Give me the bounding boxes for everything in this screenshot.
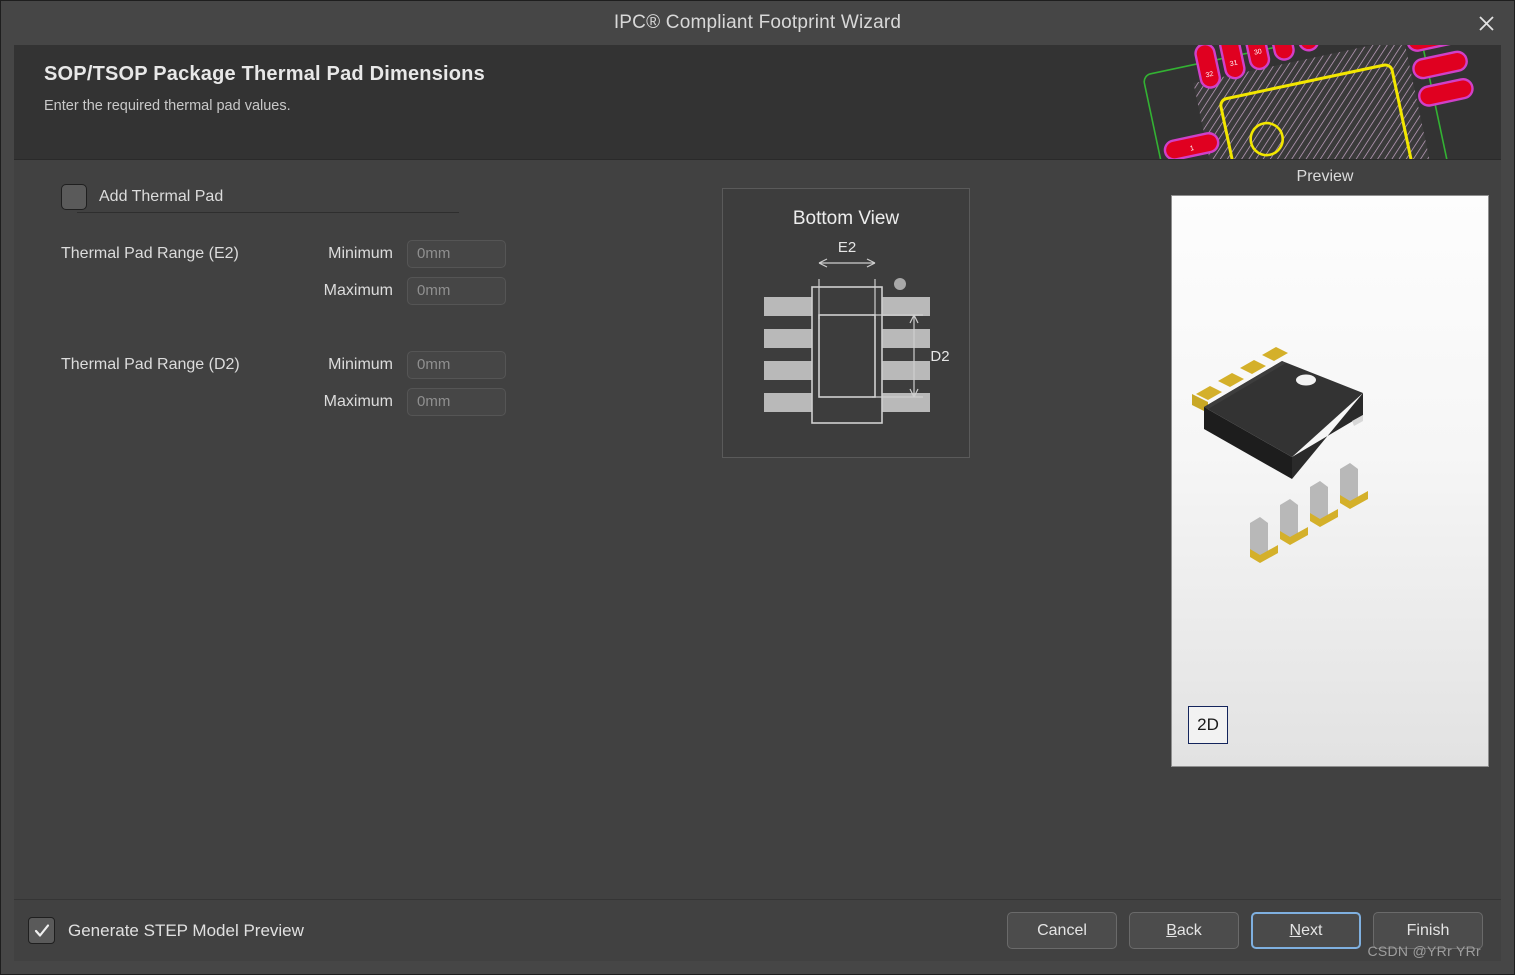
e2-maximum-input[interactable]: 0mm <box>407 276 506 305</box>
maximum-label-e2: Maximum <box>323 281 393 299</box>
pcb-footprint-artwork: 32 31 30 29 28 27 26 25 1 <box>1131 45 1501 159</box>
range-row-d2-max: Maximum 0mm <box>61 383 681 420</box>
page-title: SOP/TSOP Package Thermal Pad Dimensions <box>44 63 485 85</box>
header-banner: SOP/TSOP Package Thermal Pad Dimensions … <box>14 45 1501 160</box>
window-title: IPC® Compliant Footprint Wizard <box>613 12 902 33</box>
wizard-window: IPC® Compliant Footprint Wizard SOP/TSOP… <box>0 0 1515 975</box>
range-label-e2: Thermal Pad Range (E2) <box>61 244 239 262</box>
close-icon[interactable] <box>1458 1 1514 45</box>
diagram-title: Bottom View <box>793 208 900 229</box>
add-thermal-pad-row: Add Thermal Pad <box>61 182 681 213</box>
range-group-d2: Thermal Pad Range (D2) Minimum 0mm Maxim… <box>61 346 681 420</box>
d2-dimension-label: D2 <box>930 348 949 365</box>
next-button[interactable]: Next <box>1251 912 1361 949</box>
back-button[interactable]: Back <box>1129 912 1239 949</box>
bottom-view-diagram: Bottom View E2 D2 <box>722 188 970 458</box>
generate-step-row: Generate STEP Model Preview <box>28 917 304 944</box>
d2-minimum-input[interactable]: 0mm <box>407 350 506 379</box>
generate-step-label: Generate STEP Model Preview <box>68 920 304 940</box>
preview-label: Preview <box>1296 168 1354 185</box>
cancel-button[interactable]: Cancel <box>1007 912 1117 949</box>
maximum-label-d2: Maximum <box>323 392 393 410</box>
thermal-pad-form: Add Thermal Pad Thermal Pad Range (E2) M… <box>61 182 681 420</box>
page-subtitle: Enter the required thermal pad values. <box>44 98 291 114</box>
pin1-dot <box>894 278 906 290</box>
preview-panel: Preview 2D <box>1159 160 1491 767</box>
main-content: Add Thermal Pad Thermal Pad Range (E2) M… <box>14 160 1501 899</box>
preview-viewport[interactable]: 2D <box>1171 195 1489 767</box>
add-thermal-pad-checkbox[interactable] <box>61 184 87 210</box>
titlebar: IPC® Compliant Footprint Wizard <box>1 1 1514 45</box>
range-row-d2-min: Thermal Pad Range (D2) Minimum 0mm <box>61 346 681 383</box>
range-row-e2-min: Thermal Pad Range (E2) Minimum 0mm <box>61 235 681 272</box>
footer-buttons: Cancel Back Next Finish <box>1007 912 1483 949</box>
footer-bar: Generate STEP Model Preview Cancel Back … <box>14 899 1501 961</box>
e2-minimum-input[interactable]: 0mm <box>407 239 506 268</box>
range-row-e2-max: Maximum 0mm <box>61 272 681 309</box>
minimum-label-e2: Minimum <box>328 244 393 262</box>
generate-step-checkbox[interactable] <box>28 917 55 944</box>
header-text-block: SOP/TSOP Package Thermal Pad Dimensions … <box>44 63 485 114</box>
d2-maximum-input[interactable]: 0mm <box>407 387 506 416</box>
e2-dimension-label: E2 <box>838 239 856 256</box>
add-thermal-pad-label: Add Thermal Pad <box>99 188 224 205</box>
sop8-chip-3d-model <box>1182 201 1482 626</box>
finish-button[interactable]: Finish <box>1373 912 1483 949</box>
view-toggle-2d-button[interactable]: 2D <box>1188 706 1228 744</box>
minimum-label-d2: Minimum <box>328 355 393 373</box>
thermal-pad-outline <box>818 314 876 398</box>
range-group-e2: Thermal Pad Range (E2) Minimum 0mm Maxim… <box>61 235 681 309</box>
section-divider <box>77 212 459 213</box>
range-label-d2: Thermal Pad Range (D2) <box>61 355 240 373</box>
